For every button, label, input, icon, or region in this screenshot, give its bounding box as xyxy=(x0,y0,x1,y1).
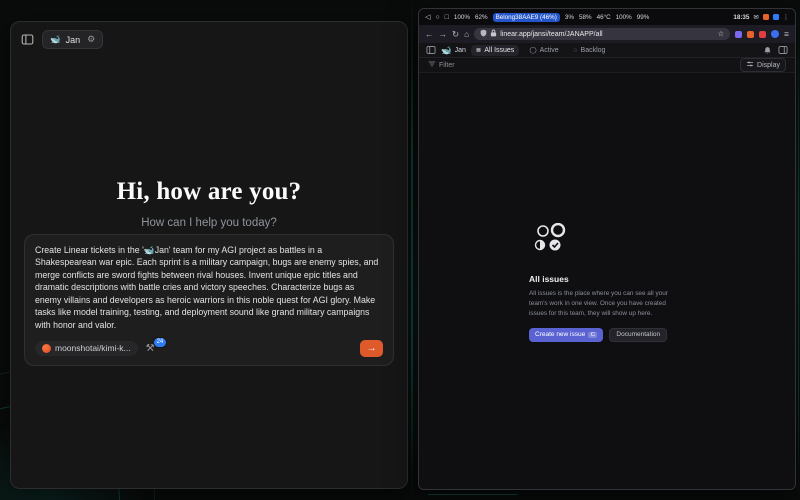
team-label: Jan xyxy=(66,35,81,45)
refresh-icon[interactable]: ↻ xyxy=(452,29,459,40)
linear-main-area: All issues All issues is the place where… xyxy=(419,73,795,489)
storage-level: 100% xyxy=(616,14,632,21)
model-selector[interactable]: moonshotai/kimi-k... xyxy=(35,341,138,356)
home-icon[interactable]: ⌂ xyxy=(464,29,469,39)
right-panel-toggle-icon[interactable] xyxy=(778,45,788,55)
sidebar-toggle-icon[interactable] xyxy=(21,33,34,46)
greeting-heading: Hi, how are you? xyxy=(11,178,407,206)
tab-backlog[interactable]: ◌ Backlog xyxy=(569,45,611,55)
bookmark-star-icon[interactable]: ☆ xyxy=(718,30,724,38)
mail-icon: ✉ xyxy=(753,14,758,21)
lock-icon xyxy=(490,29,497,39)
documentation-button[interactable]: Documentation xyxy=(609,328,667,342)
notifications-bell-icon[interactable] xyxy=(763,46,772,55)
cpu-usage: 3% xyxy=(565,14,574,21)
tools-count-badge: 24 xyxy=(153,337,168,348)
tabbar-right xyxy=(763,45,788,55)
wallpaper-accent xyxy=(411,0,413,500)
tab-label: Active xyxy=(540,47,559,54)
clock: 18:35 xyxy=(733,14,749,21)
linear-sidebar-toggle-icon[interactable] xyxy=(426,45,436,55)
prompt-toolbar: moonshotai/kimi-k... ⚒ 24 → xyxy=(35,338,383,358)
empty-state-title: All issues xyxy=(529,274,679,284)
browser-menu-icon[interactable]: ≡ xyxy=(784,29,789,39)
workspace-label[interactable]: 🐋 Jan xyxy=(441,45,466,56)
battery-level: 99% xyxy=(637,14,650,21)
display-sliders-icon xyxy=(746,60,754,70)
filter-icon xyxy=(428,60,436,70)
profile-avatar[interactable] xyxy=(771,30,779,38)
memory-usage: 58% xyxy=(579,14,592,21)
jan-app-window: 🐋 Jan ⚙ Hi, how are you? How can I help … xyxy=(10,21,408,489)
browser-toolbar: ← → ↻ ⌂ linear.app/jansi/team/JANAPP/all… xyxy=(419,25,795,43)
jan-header: 🐋 Jan ⚙ xyxy=(11,22,407,57)
greeting-block: Hi, how are you? How can I help you toda… xyxy=(11,178,407,229)
wifi-network-badge: Belong38AAE9 (46%) xyxy=(493,13,560,22)
shield-icon xyxy=(480,29,487,39)
extension-icon-purple[interactable] xyxy=(735,31,742,38)
display-label: Display xyxy=(757,62,780,69)
display-button[interactable]: Display xyxy=(740,58,786,72)
model-name: moonshotai/kimi-k... xyxy=(55,343,131,353)
prompt-box[interactable]: Create Linear tickets in the '🐋Jan' team… xyxy=(24,234,394,366)
address-bar[interactable]: linear.app/jansi/team/JANAPP/all ☆ xyxy=(474,28,730,40)
prompt-input[interactable]: Create Linear tickets in the '🐋Jan' team… xyxy=(35,244,383,331)
filter-button[interactable]: Filter xyxy=(428,60,455,70)
extension-icon-orange[interactable] xyxy=(747,31,754,38)
wallpaper-accent xyxy=(428,494,518,496)
extension-icon-red[interactable] xyxy=(759,31,766,38)
filter-label: Filter xyxy=(439,62,455,69)
statusbar-right: 18:35 ✉ ⋮ xyxy=(733,14,789,21)
tab-label: Backlog xyxy=(581,47,606,54)
app-icon-blue[interactable] xyxy=(773,14,779,20)
wallpaper-accent xyxy=(798,0,800,500)
temperature: 46°C xyxy=(597,14,611,21)
team-selector[interactable]: 🐋 Jan ⚙ xyxy=(42,30,103,49)
gear-icon[interactable]: ⚙ xyxy=(87,34,95,45)
volume-level: 100% xyxy=(454,14,470,21)
battery-level-small: 62% xyxy=(475,14,488,21)
empty-state-description: All issues is the place where you can se… xyxy=(529,289,679,319)
create-new-issue-button[interactable]: Create new issue C xyxy=(529,328,603,342)
android-back-icon[interactable]: ◁ xyxy=(425,13,430,21)
empty-state-buttons: Create new issue C Documentation xyxy=(529,328,679,342)
create-issue-label: Create new issue xyxy=(535,331,585,338)
whale-icon: 🐋 xyxy=(441,45,452,56)
forward-icon[interactable]: → xyxy=(439,29,448,39)
android-recents-icon[interactable]: □ xyxy=(445,14,449,21)
url-text: linear.app/jansi/team/JANAPP/all xyxy=(500,31,602,38)
system-status-bar: ◁ ○ □ 100% 62% Belong38AAE9 (46%) 3% 58%… xyxy=(419,9,795,25)
arrow-right-icon: → xyxy=(367,343,377,354)
issue-status-illustration xyxy=(531,223,679,257)
empty-state: All issues All issues is the place where… xyxy=(529,223,679,342)
android-home-icon[interactable]: ○ xyxy=(435,14,439,21)
tab-all-issues[interactable]: ≣ All Issues xyxy=(471,45,519,56)
tab-active[interactable]: ◯ Active xyxy=(524,45,563,56)
overflow-menu-icon[interactable]: ⋮ xyxy=(783,14,789,21)
app-icon-orange[interactable] xyxy=(763,14,769,20)
greeting-subheading: How can I help you today? xyxy=(11,217,407,229)
linear-filter-bar: Filter Display xyxy=(419,58,795,73)
active-circle-icon: ◯ xyxy=(529,46,536,54)
browser-window: ◁ ○ □ 100% 62% Belong38AAE9 (46%) 3% 58%… xyxy=(418,8,796,490)
model-provider-icon xyxy=(42,344,51,353)
whale-icon: 🐋 xyxy=(50,34,61,45)
shortcut-badge: C xyxy=(588,332,597,338)
workspace-name: Jan xyxy=(455,47,466,54)
back-icon[interactable]: ← xyxy=(425,29,434,39)
linear-tab-bar: 🐋 Jan ≣ All Issues ◯ Active ◌ Backlog xyxy=(419,43,795,58)
all-issues-icon: ≣ xyxy=(476,46,481,54)
backlog-dashed-circle-icon: ◌ xyxy=(574,47,578,54)
tools-button[interactable]: ⚒ 24 xyxy=(146,343,155,354)
send-button[interactable]: → xyxy=(360,340,383,357)
tab-label: All Issues xyxy=(484,47,514,54)
desktop: 🐋 Jan ⚙ Hi, how are you? How can I help … xyxy=(0,0,800,500)
